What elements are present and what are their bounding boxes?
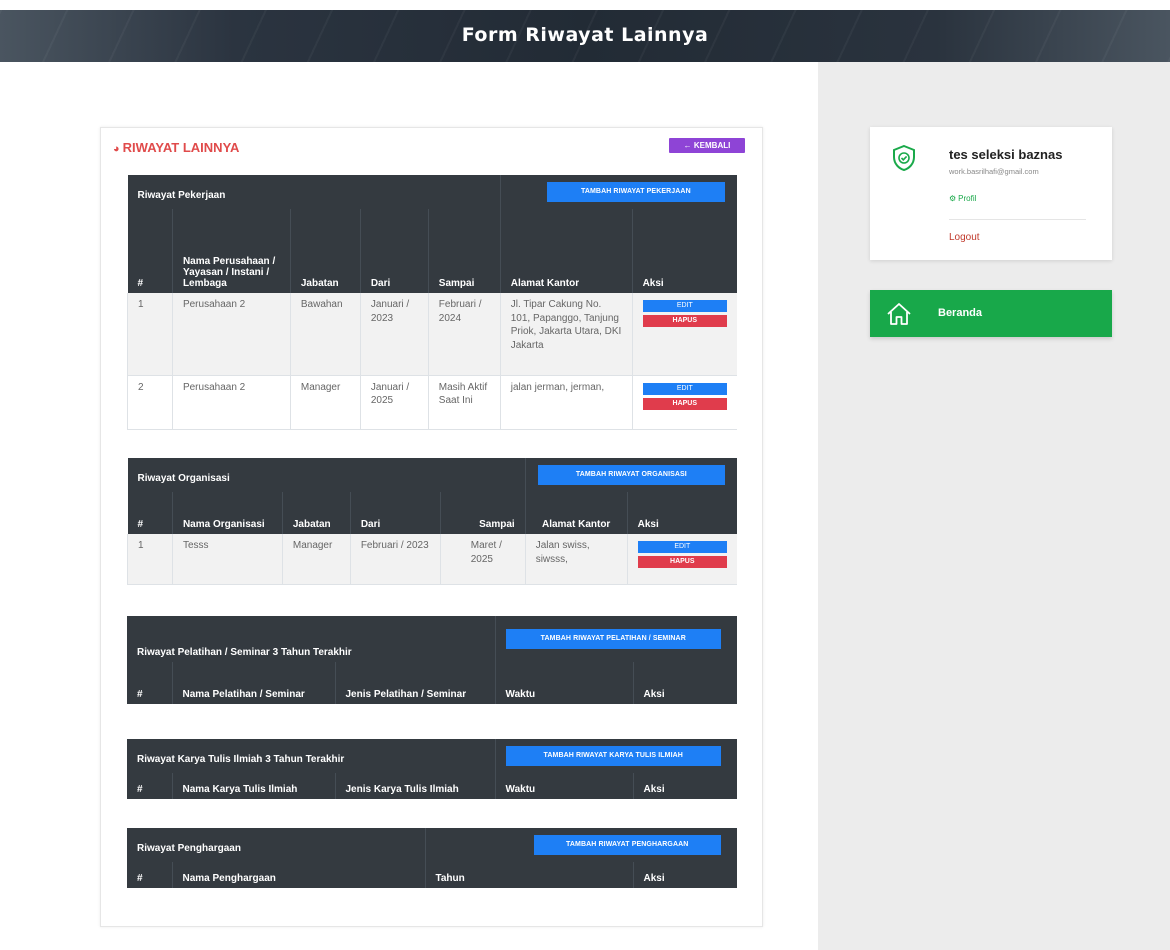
edit-button[interactable]: EDIT [642, 382, 727, 395]
col-header: # [127, 662, 173, 704]
cell-alamat: Jl. Tipar Cakung No. 101, Papanggo, Tanj… [500, 293, 633, 376]
col-header: Sampai [440, 492, 526, 534]
profil-label: Profil [958, 194, 977, 203]
col-header: Nama Organisasi [172, 492, 283, 534]
cell-nama: Perusahaan 2 [172, 293, 291, 376]
col-header: Alamat Kantor [525, 492, 628, 534]
cell-jabatan: Manager [282, 534, 351, 585]
col-header: Nama Perusahaan / Yayasan / Instani / Le… [172, 209, 291, 293]
layers-icon: ◕ [113, 143, 120, 155]
section-title: Riwayat Pelatihan / Seminar 3 Tahun Tera… [127, 616, 496, 662]
section-title: Riwayat Karya Tulis Ilmiah 3 Tahun Terak… [127, 739, 496, 773]
col-header: Jabatan [282, 492, 351, 534]
col-header: Dari [360, 209, 429, 293]
col-header: Waktu [495, 662, 634, 704]
back-button[interactable]: ← KEMBALI [669, 138, 745, 153]
page-title: Form Riwayat Lainnya [461, 24, 709, 46]
edit-button[interactable]: EDIT [642, 300, 727, 312]
cell-aksi: EDIT HAPUS [627, 534, 737, 585]
delete-button[interactable]: HAPUS [642, 315, 727, 327]
add-karya-tulis-button[interactable]: TAMBAH RIWAYAT KARYA TULIS ILMIAH [505, 746, 721, 766]
col-header: Tahun [425, 862, 634, 888]
add-pekerjaan-button[interactable]: TAMBAH RIWAYAT PEKERJAAN [546, 182, 725, 202]
table-row: 2 Perusahaan 2 Manager Januari / 2025 Ma… [127, 375, 737, 430]
gears-icon: ⚙ [949, 194, 957, 203]
beranda-label: Beranda [938, 307, 983, 319]
beranda-nav-item[interactable]: Beranda [870, 290, 1112, 337]
cell-alamat: jalan jerman, jerman, [500, 375, 633, 430]
cell-nama: Perusahaan 2 [172, 375, 291, 430]
table-row: 1 Tesss Manager Februari / 2023 Maret / … [127, 534, 737, 585]
col-header: Aksi [632, 209, 737, 293]
add-penghargaan-button[interactable]: TAMBAH RIWAYAT PENGHARGAAN [533, 835, 721, 855]
user-email: work.basrilhafi@gmail.com [949, 167, 1039, 176]
table-penghargaan: Riwayat Penghargaan TAMBAH RIWAYAT PENGH… [127, 828, 737, 888]
delete-button[interactable]: HAPUS [637, 556, 727, 568]
col-header: Aksi [633, 662, 737, 704]
col-header: Nama Karya Tulis Ilmiah [172, 773, 336, 799]
user-card: tes seleksi baznas work.basrilhafi@gmail… [870, 127, 1112, 260]
cell-alamat: Jalan swiss, siwsss, [525, 534, 628, 585]
profil-link[interactable]: ⚙ Profil [949, 194, 976, 203]
back-button-label: KEMBALI [693, 141, 731, 150]
col-header: Aksi [633, 862, 737, 888]
cell-aksi: EDIT HAPUS [632, 375, 737, 430]
arrow-left-icon: ← [683, 141, 692, 150]
table-pelatihan: Riwayat Pelatihan / Seminar 3 Tahun Tera… [127, 616, 737, 704]
col-header: # [127, 862, 173, 888]
cell-sampai: Maret / 2025 [440, 534, 526, 585]
cell-aksi: EDIT HAPUS [632, 293, 737, 376]
col-header: # [127, 773, 173, 799]
col-header: Jenis Pelatihan / Seminar [335, 662, 496, 704]
col-header: Sampai [428, 209, 501, 293]
col-header: Dari [350, 492, 441, 534]
col-header: Waktu [495, 773, 634, 799]
cell-dari: Januari / 2023 [360, 293, 429, 376]
col-header: # [127, 492, 173, 534]
cell-sampai: Masih Aktif Saat Ini [428, 375, 501, 430]
main-card: ◕ RIWAYAT LAINNYA ← KEMBALI Riwayat Peker… [100, 127, 763, 927]
home-icon [887, 303, 911, 325]
card-title: ◕ RIWAYAT LAINNYA [113, 140, 239, 155]
cell-nama: Tesss [172, 534, 283, 585]
cell-dari: Februari / 2023 [350, 534, 441, 585]
cell-no: 1 [127, 293, 173, 376]
cell-sampai: Februari / 2024 [428, 293, 501, 376]
col-header: Jenis Karya Tulis Ilmiah [335, 773, 496, 799]
shield-check-icon [893, 145, 915, 171]
col-header: Nama Pelatihan / Seminar [172, 662, 336, 704]
cell-dari: Januari / 2025 [360, 375, 429, 430]
cell-no: 2 [127, 375, 173, 430]
table-pekerjaan: Riwayat Pekerjaan TAMBAH RIWAYAT PEKERJA… [127, 175, 737, 430]
card-title-text: RIWAYAT LAINNYA [122, 140, 240, 155]
add-organisasi-button[interactable]: TAMBAH RIWAYAT ORGANISASI [537, 465, 725, 485]
col-header: Aksi [633, 773, 737, 799]
table-organisasi: Riwayat Organisasi TAMBAH RIWAYAT ORGANI… [127, 458, 737, 585]
cell-no: 1 [127, 534, 173, 585]
col-header: # [127, 209, 173, 293]
header-banner: Form Riwayat Lainnya [0, 10, 1170, 62]
divider [949, 219, 1086, 220]
cell-jabatan: Manager [290, 375, 361, 430]
table-row: 1 Perusahaan 2 Bawahan Januari / 2023 Fe… [127, 293, 737, 376]
col-header: Aksi [627, 492, 737, 534]
edit-button[interactable]: EDIT [637, 541, 727, 553]
section-title: Riwayat Organisasi [127, 458, 526, 492]
user-name: tes seleksi baznas [949, 147, 1063, 162]
logout-link[interactable]: Logout [949, 232, 980, 243]
col-header: Alamat Kantor [500, 209, 633, 293]
col-header: Jabatan [290, 209, 361, 293]
cell-jabatan: Bawahan [290, 293, 361, 376]
delete-button[interactable]: HAPUS [642, 397, 727, 410]
table-karya-tulis: Riwayat Karya Tulis Ilmiah 3 Tahun Terak… [127, 739, 737, 799]
section-title: Riwayat Pekerjaan [127, 175, 501, 209]
add-pelatihan-button[interactable]: TAMBAH RIWAYAT PELATIHAN / SEMINAR [505, 629, 721, 649]
section-title: Riwayat Penghargaan [127, 828, 426, 862]
col-header: Nama Penghargaan [172, 862, 426, 888]
